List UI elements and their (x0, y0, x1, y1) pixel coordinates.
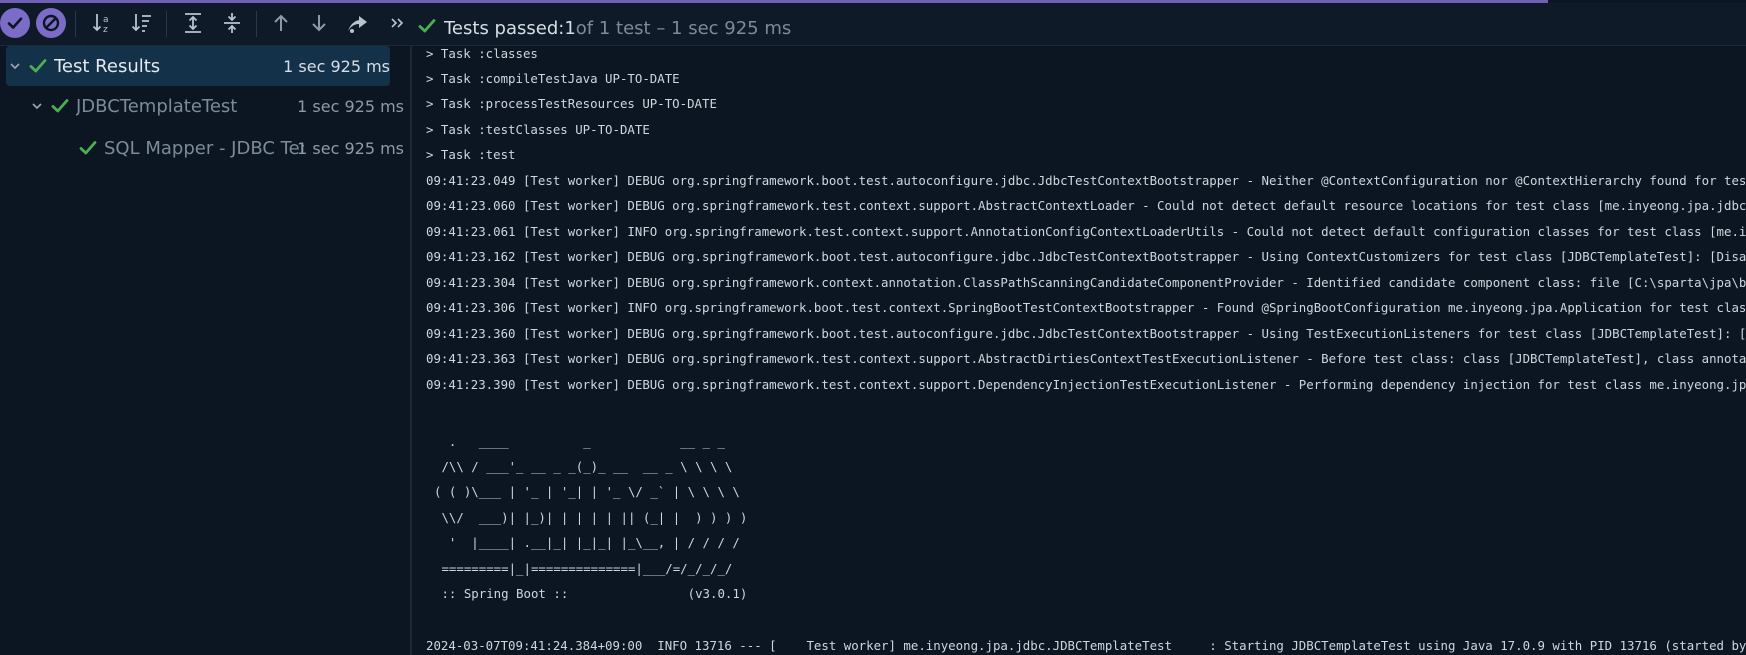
svg-text:a: a (103, 15, 109, 25)
tree-item-duration: 1 sec 925 ms (283, 56, 390, 76)
tree-item-duration: 1 sec 925 ms (297, 138, 404, 158)
spring-banner-line: /\\ / ___'_ __ _ _(_)_ __ __ _ \ \ \ \ (434, 459, 733, 474)
collapse-all-icon[interactable] (217, 8, 247, 38)
status-detail: of 1 test – 1 sec 925 ms (575, 17, 792, 39)
chevron-down-icon[interactable] (28, 97, 46, 115)
console-line: 09:41:23.061 [Test worker] INFO org.spri… (426, 224, 1746, 239)
console-line: > Task :test (426, 147, 516, 162)
status-passed-count: 1 (564, 17, 576, 39)
console-line: 09:41:23.363 [Test worker] DEBUG org.spr… (426, 351, 1746, 366)
toolbar-separator (256, 11, 257, 37)
tree-item-label: SQL Mapper - JDBC Ten (104, 137, 304, 159)
console-line: > Task :testClasses UP-TO-DATE (426, 122, 650, 137)
more-actions-icon[interactable] (382, 8, 412, 38)
passed-check-icon (78, 138, 98, 158)
spring-banner-line: =========|_|==============|___/=/_/_/_/ (434, 561, 733, 576)
console-line: > Task :compileTestJava UP-TO-DATE (426, 71, 680, 86)
console-line: > Task :processTestResources UP-TO-DATE (426, 96, 717, 111)
expand-all-icon[interactable] (178, 8, 208, 38)
passed-check-icon (418, 17, 436, 40)
console-line: 09:41:23.060 [Test worker] DEBUG org.spr… (426, 198, 1746, 213)
show-ignored-icon[interactable] (36, 8, 66, 38)
toolbar-separator (166, 11, 167, 37)
spring-banner-line: \\/ ___)| |_)| | | | | || (_| | ) ) ) ) (434, 510, 748, 525)
sort-by-duration-icon[interactable] (127, 8, 157, 38)
passed-check-icon (28, 56, 48, 76)
svg-text:z: z (103, 25, 108, 35)
console-line: 09:41:23.360 [Test worker] DEBUG org.spr… (426, 326, 1746, 341)
panel-splitter[interactable] (410, 46, 412, 655)
spring-banner-line: :: Spring Boot :: (v3.0.1) (434, 586, 748, 601)
test-status-summary: Tests passed: 1 of 1 test – 1 sec 925 ms (418, 15, 791, 41)
previous-failed-test-icon[interactable] (266, 8, 296, 38)
tree-item-sql-mapper-test[interactable]: SQL Mapper - JDBC Ten 1 sec 925 ms (78, 128, 404, 168)
spring-banner-line: ' |____| .__|_| |_|_| |_\__, | / / / / (434, 535, 740, 550)
console-line: 09:41:23.304 [Test worker] DEBUG org.spr… (426, 275, 1746, 290)
tree-item-duration: 1 sec 925 ms (297, 96, 404, 116)
spring-banner-line: . ____ _ __ _ _ (434, 434, 725, 449)
console-output[interactable]: > Task :classes > Task :compileTestJava … (414, 46, 1746, 655)
tree-item-test-results[interactable]: Test Results 1 sec 925 ms (6, 46, 390, 86)
console-line: 2024-03-07T09:41:24.384+09:00 INFO 13716… (426, 638, 1746, 653)
test-results-tree: Test Results 1 sec 925 ms JDBCTemplateTe… (0, 46, 410, 655)
console-line: 09:41:23.390 [Test worker] DEBUG org.spr… (426, 377, 1746, 392)
tree-item-jdbctemplatetest[interactable]: JDBCTemplateTest 1 sec 925 ms (28, 86, 404, 126)
console-line: 09:41:23.306 [Test worker] INFO org.spri… (426, 300, 1746, 315)
next-failed-test-icon[interactable] (304, 8, 334, 38)
chevron-down-icon[interactable] (6, 57, 24, 75)
passed-check-icon (50, 96, 70, 116)
import-tests-icon[interactable] (343, 8, 373, 38)
show-passed-icon[interactable] (0, 8, 30, 38)
sort-alphabetically-icon[interactable]: az (88, 8, 118, 38)
test-runner-window: az Tests passed: 1 of 1 test – 1 sec 925… (0, 0, 1746, 655)
test-toolbar: az Tests passed: 1 of 1 test – 1 sec 925… (0, 3, 1746, 46)
spring-banner-line: ( ( )\___ | '_ | '_| | '_ \/ _` | \ \ \ … (434, 484, 740, 499)
toolbar-separator (75, 11, 76, 37)
console-line: 09:41:23.162 [Test worker] DEBUG org.spr… (426, 249, 1746, 264)
status-passed-label: Tests passed: (444, 17, 565, 39)
console-line: 09:41:23.049 [Test worker] DEBUG org.spr… (426, 173, 1746, 188)
tree-item-label: JDBCTemplateTest (76, 95, 238, 117)
tree-item-label: Test Results (54, 55, 161, 77)
console-line: > Task :classes (426, 46, 538, 61)
